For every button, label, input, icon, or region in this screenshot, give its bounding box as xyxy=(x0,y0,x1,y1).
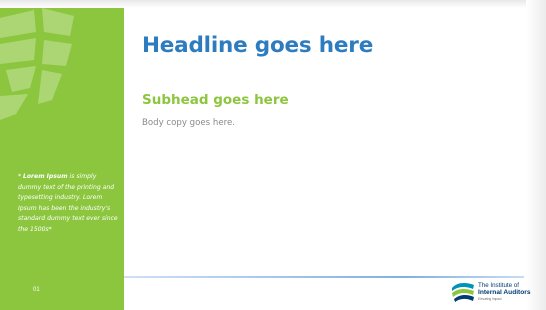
footer-divider xyxy=(124,276,524,278)
logo-line-2: Internal Auditors xyxy=(478,289,531,296)
iia-logo-icon xyxy=(452,283,474,302)
subhead: Subhead goes here xyxy=(142,92,289,108)
sidebar: * Lorem Ipsum is simply dummy text of th… xyxy=(0,8,124,310)
headline: Headline goes here xyxy=(142,33,374,58)
footnote-bold-text: Lorem Ipsum xyxy=(22,173,68,180)
body-copy: Body copy goes here. xyxy=(142,118,235,128)
iia-logo: The Institute of Internal Auditors Eleva… xyxy=(451,281,541,303)
sidebar-footnote: * Lorem Ipsum is simply dummy text of th… xyxy=(18,172,120,236)
footnote-text: is simply dummy text of the printing and… xyxy=(18,173,118,233)
top-shadow xyxy=(0,0,546,8)
slide: * Lorem Ipsum is simply dummy text of th… xyxy=(0,0,546,310)
logo-line-1: The Institute of xyxy=(478,282,519,289)
right-shadow xyxy=(526,0,546,310)
page-number: 01 xyxy=(33,287,40,293)
globe-watermark-icon xyxy=(0,8,74,120)
logo-tagline: Elevating Impact xyxy=(478,297,502,301)
